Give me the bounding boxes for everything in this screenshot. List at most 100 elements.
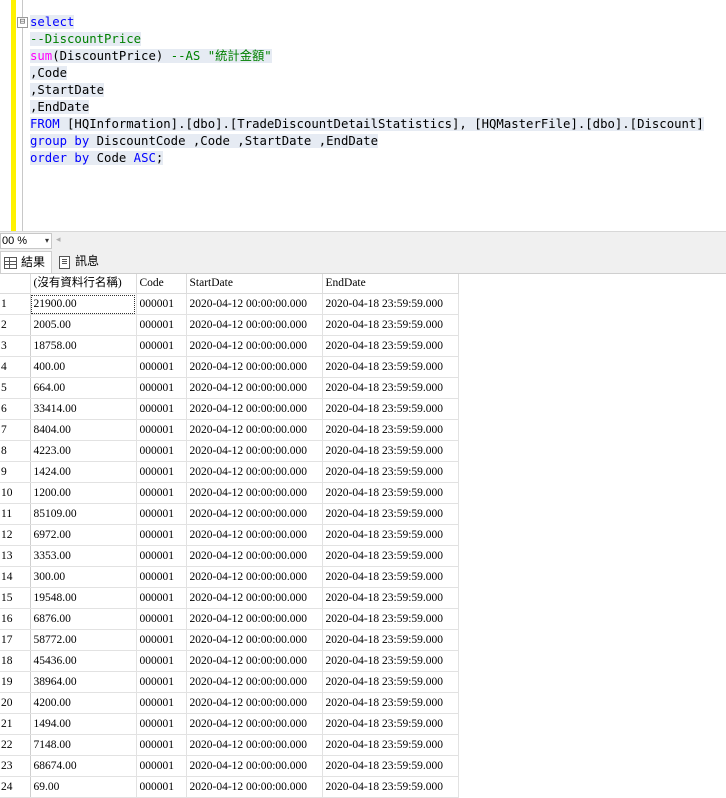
table-row[interactable]: 9 1424.00 000001 2020-04-12 00:00:00.000 202…	[0, 461, 459, 483]
grid-cell[interactable]: 58772.00	[30, 629, 137, 651]
grid-cell[interactable]: 2020-04-12 00:00:00.000	[186, 629, 323, 651]
grid-cell[interactable]: 000001	[136, 356, 187, 378]
row-number-cell[interactable]: 17	[0, 629, 31, 651]
row-number-cell[interactable]: 16	[0, 608, 31, 630]
row-number-cell[interactable]: 23	[0, 755, 31, 777]
grid-cell[interactable]: 000001	[136, 314, 187, 336]
grid-cell[interactable]: 2020-04-18 23:59:59.000	[322, 713, 459, 735]
grid-cell[interactable]: 2020-04-12 00:00:00.000	[186, 440, 323, 462]
grid-cell[interactable]: 2020-04-12 00:00:00.000	[186, 503, 323, 525]
table-row[interactable]: 14 300.00 000001 2020-04-12 00:00:00.000 202…	[0, 566, 459, 588]
grid-cell[interactable]: 38964.00	[30, 671, 137, 693]
table-row[interactable]: 12 6972.00 000001 2020-04-12 00:00:00.000 20…	[0, 524, 459, 546]
row-number-cell[interactable]: 11	[0, 503, 31, 525]
grid-cell[interactable]: 2020-04-12 00:00:00.000	[186, 398, 323, 420]
row-number-cell[interactable]: 20	[0, 692, 31, 714]
query-editor[interactable]: ⊟ select --DiscountPrice sum(DiscountPrice…	[0, 0, 726, 231]
table-row[interactable]: 20 4200.00 000001 2020-04-12 00:00:00.000 20…	[0, 692, 459, 714]
grid-cell[interactable]: 2020-04-18 23:59:59.000	[322, 398, 459, 420]
table-row[interactable]: 19 38964.00 000001 2020-04-12 00:00:00.000 2…	[0, 671, 459, 693]
grid-cell[interactable]: 000001	[136, 671, 187, 693]
code-line[interactable]: FROM [HQInformation].[dbo].[TradeDiscoun…	[30, 116, 704, 133]
row-number-cell[interactable]: 21	[0, 713, 31, 735]
grid-cell[interactable]: 2020-04-12 00:00:00.000	[186, 755, 323, 777]
row-number-cell[interactable]: 7	[0, 419, 31, 441]
grid-cell[interactable]: 000001	[136, 545, 187, 567]
grid-cell[interactable]: 3353.00	[30, 545, 137, 567]
grid-cell[interactable]: 2020-04-12 00:00:00.000	[186, 524, 323, 546]
grid-cell[interactable]: 2020-04-18 23:59:59.000	[322, 335, 459, 357]
scroll-left-arrow-icon[interactable]: ◂	[56, 234, 61, 245]
grid-cell[interactable]: 2020-04-18 23:59:59.000	[322, 503, 459, 525]
grid-cell[interactable]: 69.00	[30, 776, 137, 798]
grid-cell[interactable]: 000001	[136, 587, 187, 609]
grid-cell[interactable]: 85109.00	[30, 503, 137, 525]
code-line[interactable]: ,Code	[30, 65, 704, 82]
tab-results[interactable]: 結果	[0, 251, 52, 273]
table-row[interactable]: 7 8404.00 000001 2020-04-12 00:00:00.000 202…	[0, 419, 459, 441]
grid-cell[interactable]: 000001	[136, 293, 187, 315]
grid-cell[interactable]: 2020-04-12 00:00:00.000	[186, 335, 323, 357]
code-line[interactable]: group by DiscountCode ,Code ,StartDate ,…	[30, 133, 704, 150]
grid-cell[interactable]: 1200.00	[30, 482, 137, 504]
table-row[interactable]: 10 1200.00 000001 2020-04-12 00:00:00.000 20…	[0, 482, 459, 504]
grid-cell[interactable]: 2020-04-18 23:59:59.000	[322, 755, 459, 777]
grid-cell[interactable]: 000001	[136, 734, 187, 756]
grid-cell[interactable]: 2020-04-18 23:59:59.000	[322, 566, 459, 588]
row-number-cell[interactable]: 2	[0, 314, 31, 336]
table-row[interactable]: 1 21900.00 000001 2020-04-12 00:00:00.000 20…	[0, 293, 459, 315]
grid-cell[interactable]: 2020-04-12 00:00:00.000	[186, 377, 323, 399]
code-line[interactable]: --DiscountPrice	[30, 31, 704, 48]
grid-cell[interactable]: 2020-04-18 23:59:59.000	[322, 734, 459, 756]
grid-cell[interactable]: 2020-04-12 00:00:00.000	[186, 713, 323, 735]
table-row[interactable]: 21 1494.00 000001 2020-04-12 00:00:00.000 20…	[0, 713, 459, 735]
grid-cell[interactable]: 68674.00	[30, 755, 137, 777]
row-number-cell[interactable]: 1	[0, 293, 31, 315]
grid-cell[interactable]: 8404.00	[30, 419, 137, 441]
table-row[interactable]: 15 19548.00 000001 2020-04-12 00:00:00.000 2…	[0, 587, 459, 609]
column-header[interactable]: (沒有資料行名稱)	[30, 274, 137, 294]
row-number-cell[interactable]: 10	[0, 482, 31, 504]
grid-cell[interactable]: 000001	[136, 755, 187, 777]
grid-cell[interactable]: 000001	[136, 650, 187, 672]
grid-cell[interactable]: 2005.00	[30, 314, 137, 336]
code-line[interactable]: order by Code ASC;	[30, 150, 704, 167]
row-number-header[interactable]	[0, 274, 31, 294]
column-header[interactable]: EndDate	[322, 274, 459, 294]
grid-cell[interactable]: 33414.00	[30, 398, 137, 420]
row-number-cell[interactable]: 6	[0, 398, 31, 420]
row-number-cell[interactable]: 9	[0, 461, 31, 483]
row-number-cell[interactable]: 24	[0, 776, 31, 798]
grid-cell[interactable]: 000001	[136, 461, 187, 483]
grid-cell[interactable]: 000001	[136, 524, 187, 546]
row-number-cell[interactable]: 5	[0, 377, 31, 399]
grid-cell[interactable]: 6972.00	[30, 524, 137, 546]
chevron-down-icon[interactable]: ▾	[45, 234, 49, 248]
grid-cell[interactable]: 2020-04-18 23:59:59.000	[322, 356, 459, 378]
grid-cell[interactable]: 2020-04-12 00:00:00.000	[186, 650, 323, 672]
grid-cell[interactable]: 000001	[136, 776, 187, 798]
grid-cell[interactable]: 000001	[136, 503, 187, 525]
column-header[interactable]: StartDate	[186, 274, 323, 294]
code-line[interactable]: ,EndDate	[30, 99, 704, 116]
grid-cell[interactable]: 2020-04-18 23:59:59.000	[322, 671, 459, 693]
code-line[interactable]: select	[30, 14, 704, 31]
grid-cell[interactable]: 2020-04-12 00:00:00.000	[186, 734, 323, 756]
grid-cell[interactable]: 2020-04-12 00:00:00.000	[186, 293, 323, 315]
zoom-dropdown[interactable]: 00 % ▾	[0, 233, 52, 249]
grid-cell[interactable]: 300.00	[30, 566, 137, 588]
grid-cell[interactable]: 45436.00	[30, 650, 137, 672]
grid-cell[interactable]: 2020-04-12 00:00:00.000	[186, 692, 323, 714]
table-row[interactable]: 5 664.00 000001 2020-04-12 00:00:00.000 2020…	[0, 377, 459, 399]
grid-cell[interactable]: 000001	[136, 440, 187, 462]
grid-cell[interactable]: 7148.00	[30, 734, 137, 756]
grid-cell[interactable]: 2020-04-12 00:00:00.000	[186, 776, 323, 798]
grid-cell[interactable]: 2020-04-18 23:59:59.000	[322, 776, 459, 798]
grid-cell[interactable]: 2020-04-18 23:59:59.000	[322, 377, 459, 399]
grid-cell[interactable]: 2020-04-18 23:59:59.000	[322, 314, 459, 336]
grid-cell[interactable]: 000001	[136, 692, 187, 714]
code-line[interactable]: ,StartDate	[30, 82, 704, 99]
grid-cell[interactable]: 2020-04-12 00:00:00.000	[186, 671, 323, 693]
row-number-cell[interactable]: 14	[0, 566, 31, 588]
table-row[interactable]: 8 4223.00 000001 2020-04-12 00:00:00.000 202…	[0, 440, 459, 462]
